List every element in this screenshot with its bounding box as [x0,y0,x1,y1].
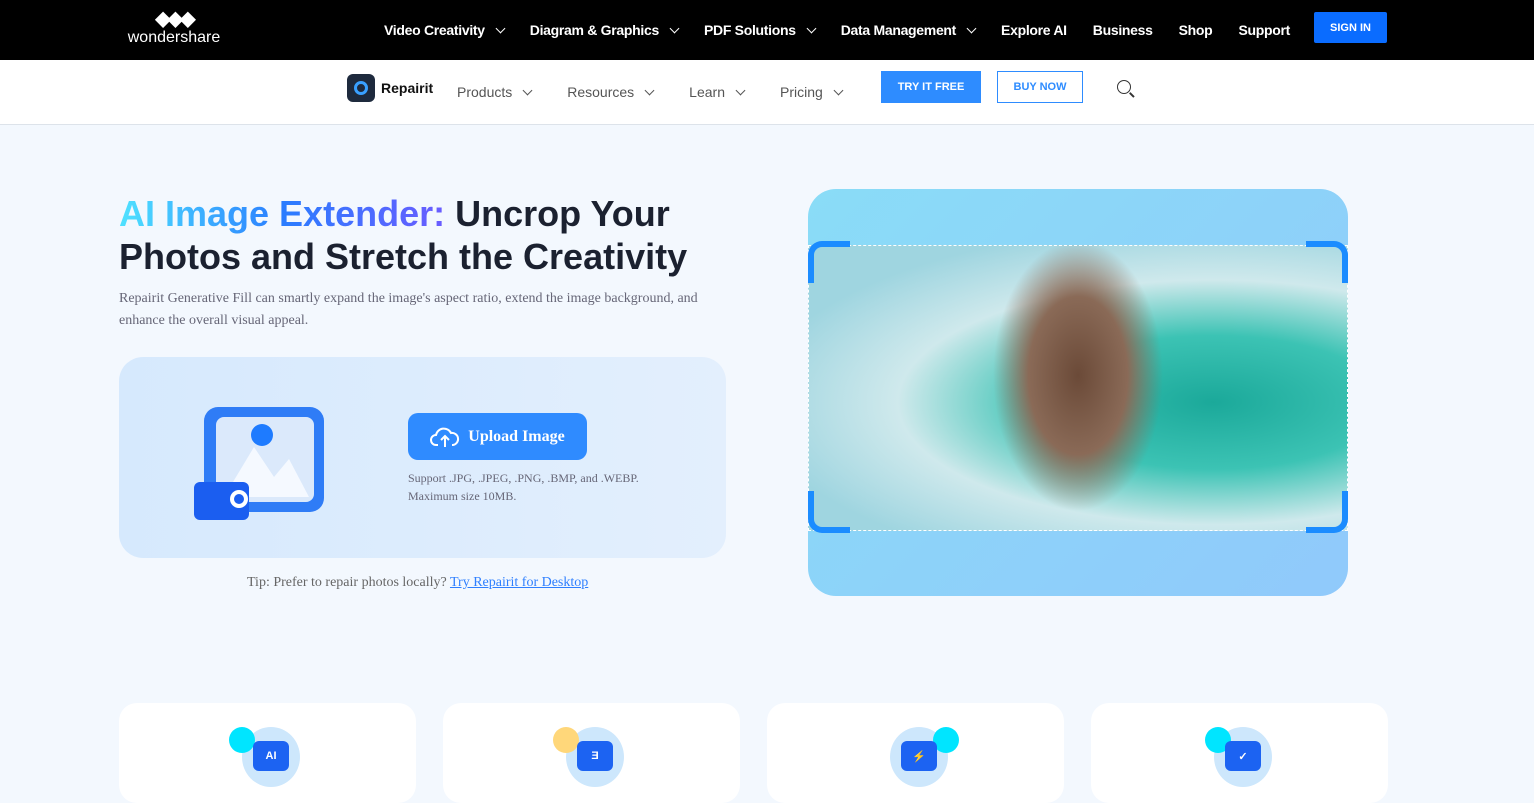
supported-formats: Support .JPG, .JPEG, .PNG, .BMP, and .WE… [408,471,639,485]
feature-card: Ǝ [443,703,740,803]
feature-card: ⚡ [767,703,1064,803]
nav-label: Pricing [779,84,823,100]
feature-card: AI [119,703,416,803]
ai-icon: AI [229,727,307,787]
upload-support-info: Support .JPG, .JPEG, .PNG, .BMP, and .WE… [408,469,639,505]
brand-name: wondershare [127,29,221,46]
nav-label: Products [457,84,513,100]
hero-description: Repairit Generative Fill can smartly exp… [119,291,698,328]
nav-label: Explore AI [1001,22,1067,38]
repairit-icon [347,74,375,102]
shield-icon: ✓ [1205,727,1279,787]
image-frame-illustration [194,407,324,520]
fast-icon: ⚡ [885,727,959,787]
top-nav: Video Creativity Diagram & Graphics PDF So… [384,0,1316,60]
repairit-logo[interactable]: Repairit [347,74,433,102]
nav-label: Business [1092,22,1153,38]
search-icon[interactable] [1117,80,1131,94]
buy-now-button[interactable]: BUY NOW [997,71,1083,103]
feature-card: ✓ [1091,703,1388,803]
nav-label: Data Management [840,22,957,38]
tip-text: Tip: Prefer to repair photos locally? [247,575,450,590]
page-title: AI Image Extender: Uncrop Your Photos an… [119,192,759,278]
chevron-down-icon [495,23,506,33]
product-nav-item[interactable]: Pricing [779,84,844,100]
top-nav-item[interactable]: Support [1238,22,1290,38]
product-nav-item[interactable]: Resources [567,84,655,100]
nav-label: Diagram & Graphics [529,22,660,38]
crop-corner-icon [1306,241,1348,283]
top-nav-item[interactable]: Video Creativity [384,22,506,38]
top-nav-item[interactable]: Diagram & Graphics [529,22,680,38]
chevron-down-icon [669,23,680,33]
nav-label: Learn [689,84,725,100]
desktop-tip: Tip: Prefer to repair photos locally? Tr… [247,575,588,591]
hero-surfer-image [808,189,1348,596]
top-nav-item[interactable]: Data Management [840,22,977,38]
chevron-down-icon [966,23,977,33]
repairit-name: Repairit [381,80,434,96]
crop-corner-icon [808,241,850,283]
upload-dropzone[interactable]: Upload Image Support .JPG, .JPEG, .PNG, … [119,357,726,558]
crop-frame [808,245,1348,531]
nav-label: Video Creativity [384,22,485,38]
top-nav-item[interactable]: Business [1093,22,1153,38]
product-nav-item[interactable]: Learn [689,84,746,100]
nav-label: Resources [567,84,635,100]
chevron-down-icon [833,85,844,95]
expand-icon: Ǝ [553,727,631,787]
cloud-upload-icon [430,427,460,447]
chevron-down-icon [522,85,533,95]
title-highlight: AI Image Extender: [119,193,446,234]
try-desktop-link[interactable]: Try Repairit for Desktop [450,575,588,590]
crop-corner-icon [808,491,850,533]
wondershare-mark-icon: ◆◆◆ [155,8,195,30]
try-it-free-button[interactable]: TRY IT FREE [881,71,981,103]
top-nav-item[interactable]: Shop [1179,22,1213,38]
nav-label: Shop [1178,22,1213,38]
chevron-down-icon [806,23,817,33]
product-nav: Products Resources Learn Pricing [457,60,878,124]
crop-corner-icon [1306,491,1348,533]
product-nav-item[interactable]: Products [457,84,533,100]
upload-label: Upload Image [468,427,565,445]
top-nav-item[interactable]: Explore AI [1001,22,1067,38]
nav-label: PDF Solutions [703,22,796,38]
top-navbar: ◆◆◆ wondershare Video Creativity Diagram … [0,0,1534,60]
upload-image-button[interactable]: Upload Image [408,413,587,460]
sign-in-button[interactable]: SIGN IN [1314,12,1387,43]
chevron-down-icon [735,85,746,95]
nav-label: Support [1238,22,1290,38]
chevron-down-icon [644,85,655,95]
top-nav-item[interactable]: PDF Solutions [703,22,817,38]
product-navbar: Repairit Products Resources Learn Pricing T… [0,60,1534,125]
wondershare-logo[interactable]: ◆◆◆ wondershare [126,9,222,47]
max-size: Maximum size 10MB. [408,489,517,503]
feature-cards: AI Ǝ ⚡ ✓ [119,703,1388,803]
